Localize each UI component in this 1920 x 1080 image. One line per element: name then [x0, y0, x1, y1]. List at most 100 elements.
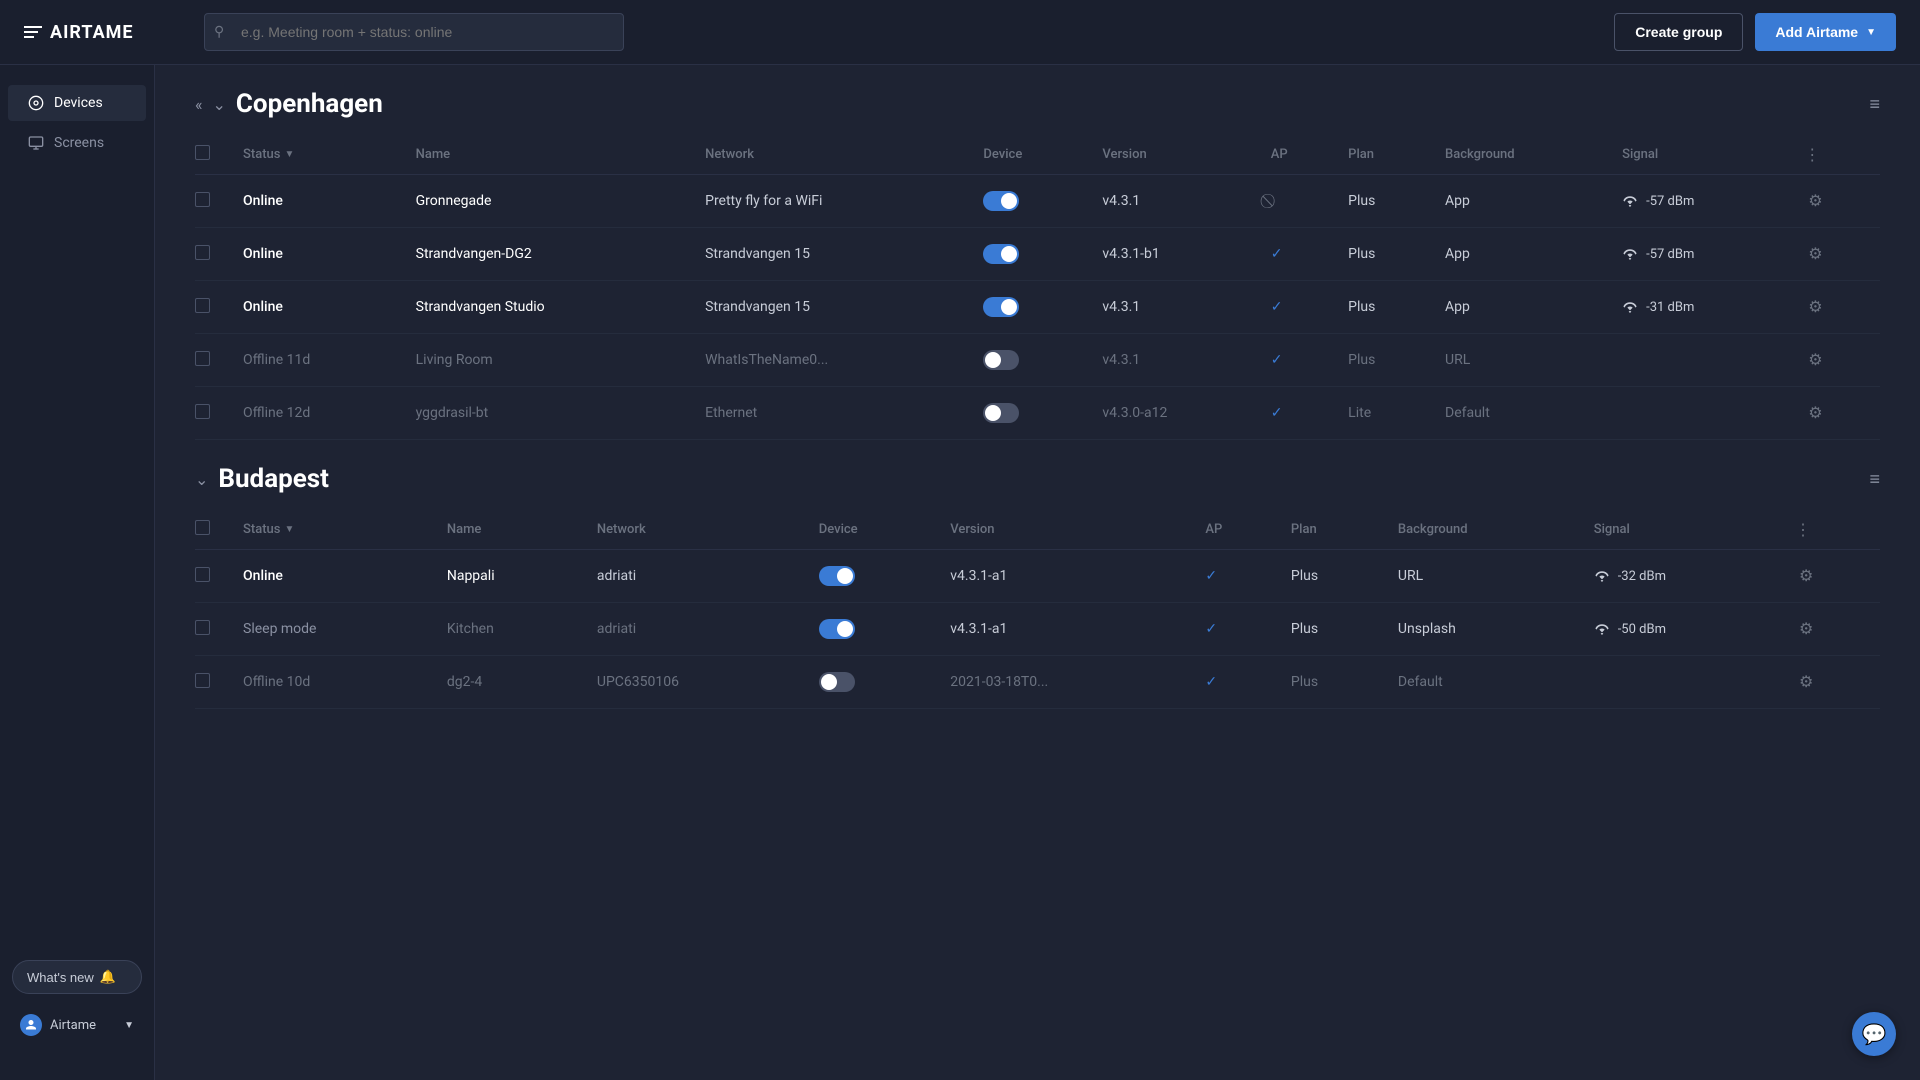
row-checkbox[interactable] — [195, 404, 210, 419]
search-input[interactable] — [204, 13, 624, 51]
th-signal: Signal — [1582, 510, 1783, 550]
device-name: dg2-4 — [435, 656, 585, 709]
device-settings-button[interactable]: ⚙ — [1795, 668, 1817, 696]
device-actions[interactable]: ⚙ — [1792, 387, 1880, 440]
th-actions[interactable]: ⋮ — [1783, 510, 1880, 550]
ap-check-icon: ✓ — [1205, 621, 1217, 637]
user-menu[interactable]: Airtame ▼ — [12, 1006, 142, 1044]
device-actions[interactable]: ⚙ — [1792, 281, 1880, 334]
status-filter[interactable]: Status ▼ — [243, 147, 392, 162]
create-group-button[interactable]: Create group — [1614, 13, 1743, 51]
wifi-icon — [1622, 195, 1638, 207]
device-network: Strandvangen 15 — [693, 228, 971, 281]
device-toggle[interactable] — [971, 228, 1090, 281]
table-row: Sleep modeKitchenadriativ4.3.1-a1✓PlusUn… — [195, 603, 1880, 656]
device-toggle[interactable] — [971, 387, 1090, 440]
device-version: v4.3.1-a1 — [938, 603, 1193, 656]
sidebar-nav: Devices Screens — [0, 85, 154, 161]
group-collapse-icon-copenhagen[interactable]: ⌄ — [213, 95, 226, 114]
th-network: Network — [693, 135, 971, 175]
main-content: «⌄Copenhagen≡Status ▼NameNetworkDeviceVe… — [155, 65, 1920, 1080]
device-actions[interactable]: ⚙ — [1783, 656, 1880, 709]
row-checkbox[interactable] — [195, 245, 210, 260]
ap-check-icon: ✓ — [1271, 405, 1283, 421]
device-version: v4.3.1 — [1090, 334, 1258, 387]
device-ap: ✓ — [1259, 334, 1336, 387]
device-background: URL — [1386, 550, 1582, 603]
table-row: OnlineGronnegadePretty fly for a WiFiv4.… — [195, 175, 1880, 228]
add-airtame-button[interactable]: Add Airtame ▼ — [1755, 13, 1896, 51]
chevron-down-icon: ▼ — [1866, 27, 1876, 38]
device-toggle[interactable] — [807, 550, 939, 603]
group-menu-icon-budapest[interactable]: ≡ — [1869, 469, 1880, 490]
columns-menu-icon[interactable]: ⋮ — [1795, 520, 1811, 539]
row-checkbox[interactable] — [195, 351, 210, 366]
bell-icon: 🔔 — [100, 969, 116, 985]
device-table-copenhagen: Status ▼NameNetworkDeviceVersionAPPlanBa… — [195, 135, 1880, 440]
device-actions[interactable]: ⚙ — [1783, 603, 1880, 656]
device-status: Online — [231, 175, 404, 228]
chat-bubble[interactable]: 💬 — [1852, 1012, 1896, 1056]
device-toggle[interactable] — [971, 334, 1090, 387]
th-status[interactable]: Status ▼ — [231, 135, 404, 175]
device-ap: ✓ — [1193, 550, 1279, 603]
th-version: Version — [1090, 135, 1258, 175]
logo-text: AIRTAME — [50, 22, 134, 43]
device-settings-button[interactable]: ⚙ — [1804, 240, 1826, 268]
device-network: Strandvangen 15 — [693, 281, 971, 334]
device-toggle[interactable] — [971, 175, 1090, 228]
device-signal — [1610, 387, 1792, 440]
signal-value: -57 dBm — [1646, 247, 1694, 262]
group-header-budapest: ⌄Budapest≡ — [195, 464, 1880, 494]
screen-icon — [28, 135, 44, 151]
th-network: Network — [585, 510, 807, 550]
device-status: Offline 10d — [231, 656, 435, 709]
device-settings-button[interactable]: ⚙ — [1804, 187, 1826, 215]
sidebar-item-screens[interactable]: Screens — [8, 125, 146, 161]
row-checkbox[interactable] — [195, 620, 210, 635]
row-checkbox[interactable] — [195, 192, 210, 207]
group-collapse-icon-budapest[interactable]: ⌄ — [195, 470, 208, 489]
row-checkbox[interactable] — [195, 567, 210, 582]
device-actions[interactable]: ⚙ — [1792, 334, 1880, 387]
status-filter[interactable]: Status ▼ — [243, 522, 423, 537]
th-signal: Signal — [1610, 135, 1792, 175]
table-row: OnlineStrandvangen StudioStrandvangen 15… — [195, 281, 1880, 334]
whats-new-button[interactable]: What's new 🔔 — [12, 960, 142, 994]
group-menu-icon-copenhagen[interactable]: ≡ — [1869, 94, 1880, 115]
select-all-checkbox[interactable] — [195, 520, 210, 535]
device-actions[interactable]: ⚙ — [1783, 550, 1880, 603]
sidebar-item-devices[interactable]: Devices — [8, 85, 146, 121]
th-status[interactable]: Status ▼ — [231, 510, 435, 550]
device-actions[interactable]: ⚙ — [1792, 228, 1880, 281]
device-signal: -31 dBm — [1610, 281, 1792, 334]
row-checkbox[interactable] — [195, 673, 210, 688]
th-actions[interactable]: ⋮ — [1792, 135, 1880, 175]
select-all-checkbox[interactable] — [195, 145, 210, 160]
device-status: Online — [231, 228, 404, 281]
collapse-all-icon[interactable]: « — [195, 95, 203, 114]
search-wrap: ⚲ — [204, 13, 624, 51]
device-toggle[interactable] — [971, 281, 1090, 334]
device-settings-button[interactable]: ⚙ — [1795, 615, 1817, 643]
device-toggle[interactable] — [807, 656, 939, 709]
device-settings-button[interactable]: ⚙ — [1795, 562, 1817, 590]
device-toggle[interactable] — [807, 603, 939, 656]
device-status: Online — [231, 281, 404, 334]
device-signal: -57 dBm — [1610, 228, 1792, 281]
device-name: Kitchen — [435, 603, 585, 656]
logo-icon — [24, 26, 42, 38]
ap-check-icon: ✓ — [1271, 299, 1283, 315]
device-status: Offline 11d — [231, 334, 404, 387]
wifi-icon — [1622, 248, 1638, 260]
device-plan: Plus — [1279, 656, 1386, 709]
device-settings-button[interactable]: ⚙ — [1804, 293, 1826, 321]
device-ap: ✓ — [1193, 603, 1279, 656]
th-plan: Plan — [1279, 510, 1386, 550]
device-signal — [1582, 656, 1783, 709]
columns-menu-icon[interactable]: ⋮ — [1804, 145, 1820, 164]
device-actions[interactable]: ⚙ — [1792, 175, 1880, 228]
row-checkbox[interactable] — [195, 298, 210, 313]
device-settings-button[interactable]: ⚙ — [1804, 399, 1826, 427]
device-settings-button[interactable]: ⚙ — [1804, 346, 1826, 374]
